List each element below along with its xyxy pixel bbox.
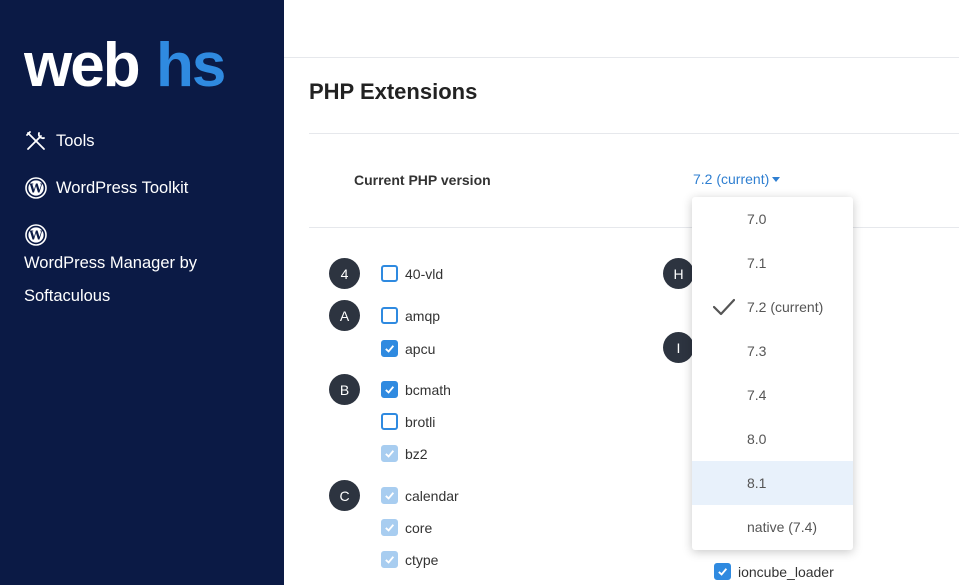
- extension-label: bz2: [405, 445, 428, 462]
- checkbox[interactable]: [381, 413, 398, 430]
- logo-text-main: web: [24, 31, 139, 90]
- letter-badge-a[interactable]: A: [329, 300, 360, 331]
- php-version-select[interactable]: 7.2 (current): [693, 171, 781, 187]
- checkmark-icon: [713, 298, 735, 316]
- option-label: 8.0: [747, 431, 767, 447]
- extension-label: bcmath: [405, 381, 451, 398]
- letter-badge-b[interactable]: B: [329, 374, 360, 405]
- check-icon: [385, 386, 395, 394]
- dropdown-option-8-1[interactable]: 8.1: [692, 461, 853, 505]
- check-icon: [385, 556, 395, 564]
- extension-label: calendar: [405, 487, 459, 504]
- extension-bz2: bz2: [381, 445, 428, 462]
- option-label: native (7.4): [747, 519, 818, 535]
- extension-amqp[interactable]: amqp: [381, 307, 440, 324]
- letter-badge-i[interactable]: I: [663, 332, 694, 363]
- option-label: 8.1: [747, 475, 767, 491]
- caret-down-icon: [772, 177, 781, 182]
- php-version-value: 7.2 (current): [693, 171, 770, 187]
- dropdown-option-native-7-4[interactable]: native (7.4): [692, 505, 853, 549]
- sidebar-item-label: Tools: [56, 131, 95, 150]
- webhs-logo[interactable]: web hs: [24, 28, 234, 90]
- extension-bcmath[interactable]: bcmath: [381, 381, 451, 398]
- extension-ioncube-loader[interactable]: ioncube_loader: [714, 563, 834, 580]
- svg-text:W: W: [28, 229, 43, 243]
- checkbox: [381, 487, 398, 504]
- option-label: 7.2 (current): [747, 299, 824, 315]
- checkbox[interactable]: [381, 265, 398, 282]
- svg-text:W: W: [28, 182, 43, 196]
- dropdown-option-7-4[interactable]: 7.4: [692, 373, 853, 417]
- option-label: 7.4: [747, 387, 767, 403]
- sidebar-item-label: WordPress Toolkit: [56, 178, 189, 197]
- top-bar: [284, 0, 959, 58]
- option-label: 7.3: [747, 343, 767, 359]
- tools-icon: [24, 129, 48, 153]
- wordpress-icon: W: [24, 176, 48, 200]
- extension-label: amqp: [405, 307, 441, 324]
- extension-apcu[interactable]: apcu: [381, 340, 435, 357]
- php-version-dropdown: 7.0 7.1 7.2 (current) 7.3 7.4 8.0 8.1 na…: [692, 197, 853, 550]
- dropdown-option-7-0[interactable]: 7.0: [692, 197, 853, 241]
- sidebar-item-wordpress-manager[interactable]: W WordPress Manager by Softaculous: [24, 223, 264, 313]
- checkbox: [381, 445, 398, 462]
- checkbox[interactable]: [381, 307, 398, 324]
- checkbox[interactable]: [714, 563, 731, 580]
- checkbox[interactable]: [381, 340, 398, 357]
- wordpress-icon: W: [24, 223, 48, 247]
- option-label: 7.0: [747, 211, 767, 227]
- check-icon: [718, 568, 728, 576]
- checkbox: [381, 519, 398, 536]
- dropdown-option-7-2-current[interactable]: 7.2 (current): [692, 285, 853, 329]
- sidebar-item-label: WordPress Manager by Softaculous: [24, 254, 198, 305]
- check-icon: [385, 345, 395, 353]
- extension-brotli[interactable]: brotli: [381, 413, 435, 430]
- sidebar-item-wordpress-toolkit[interactable]: W WordPress Toolkit: [24, 176, 188, 200]
- extension-label: core: [405, 519, 433, 536]
- check-icon: [385, 524, 395, 532]
- checkbox[interactable]: [381, 381, 398, 398]
- check-icon: [385, 492, 395, 500]
- page-title: PHP Extensions: [309, 79, 478, 104]
- extension-40-vld[interactable]: 40-vld: [381, 265, 443, 282]
- checkbox: [381, 551, 398, 568]
- php-version-label: Current PHP version: [354, 172, 491, 188]
- divider: [309, 227, 959, 228]
- extension-label: brotli: [405, 413, 436, 430]
- extension-label: ctype: [405, 551, 439, 568]
- letter-badge-h[interactable]: H: [663, 258, 694, 289]
- dropdown-option-7-3[interactable]: 7.3: [692, 329, 853, 373]
- sidebar-item-tools[interactable]: Tools: [24, 129, 95, 153]
- option-label: 7.1: [747, 255, 767, 271]
- letter-badge-4[interactable]: 4: [329, 258, 360, 289]
- extension-label: ioncube_loader: [738, 563, 834, 580]
- extension-ctype: ctype: [381, 551, 438, 568]
- dropdown-option-8-0[interactable]: 8.0: [692, 417, 853, 461]
- check-icon: [385, 450, 395, 458]
- logo-text-accent: hs: [156, 31, 224, 90]
- extension-label: 40-vld: [405, 265, 444, 282]
- divider: [309, 133, 959, 134]
- sidebar: web hs Tools W WordPress Toolkit W WordP…: [0, 0, 284, 585]
- dropdown-option-7-1[interactable]: 7.1: [692, 241, 853, 285]
- extension-label: apcu: [405, 340, 436, 357]
- extension-calendar: calendar: [381, 487, 459, 504]
- letter-badge-c[interactable]: C: [329, 480, 360, 511]
- extension-core: core: [381, 519, 432, 536]
